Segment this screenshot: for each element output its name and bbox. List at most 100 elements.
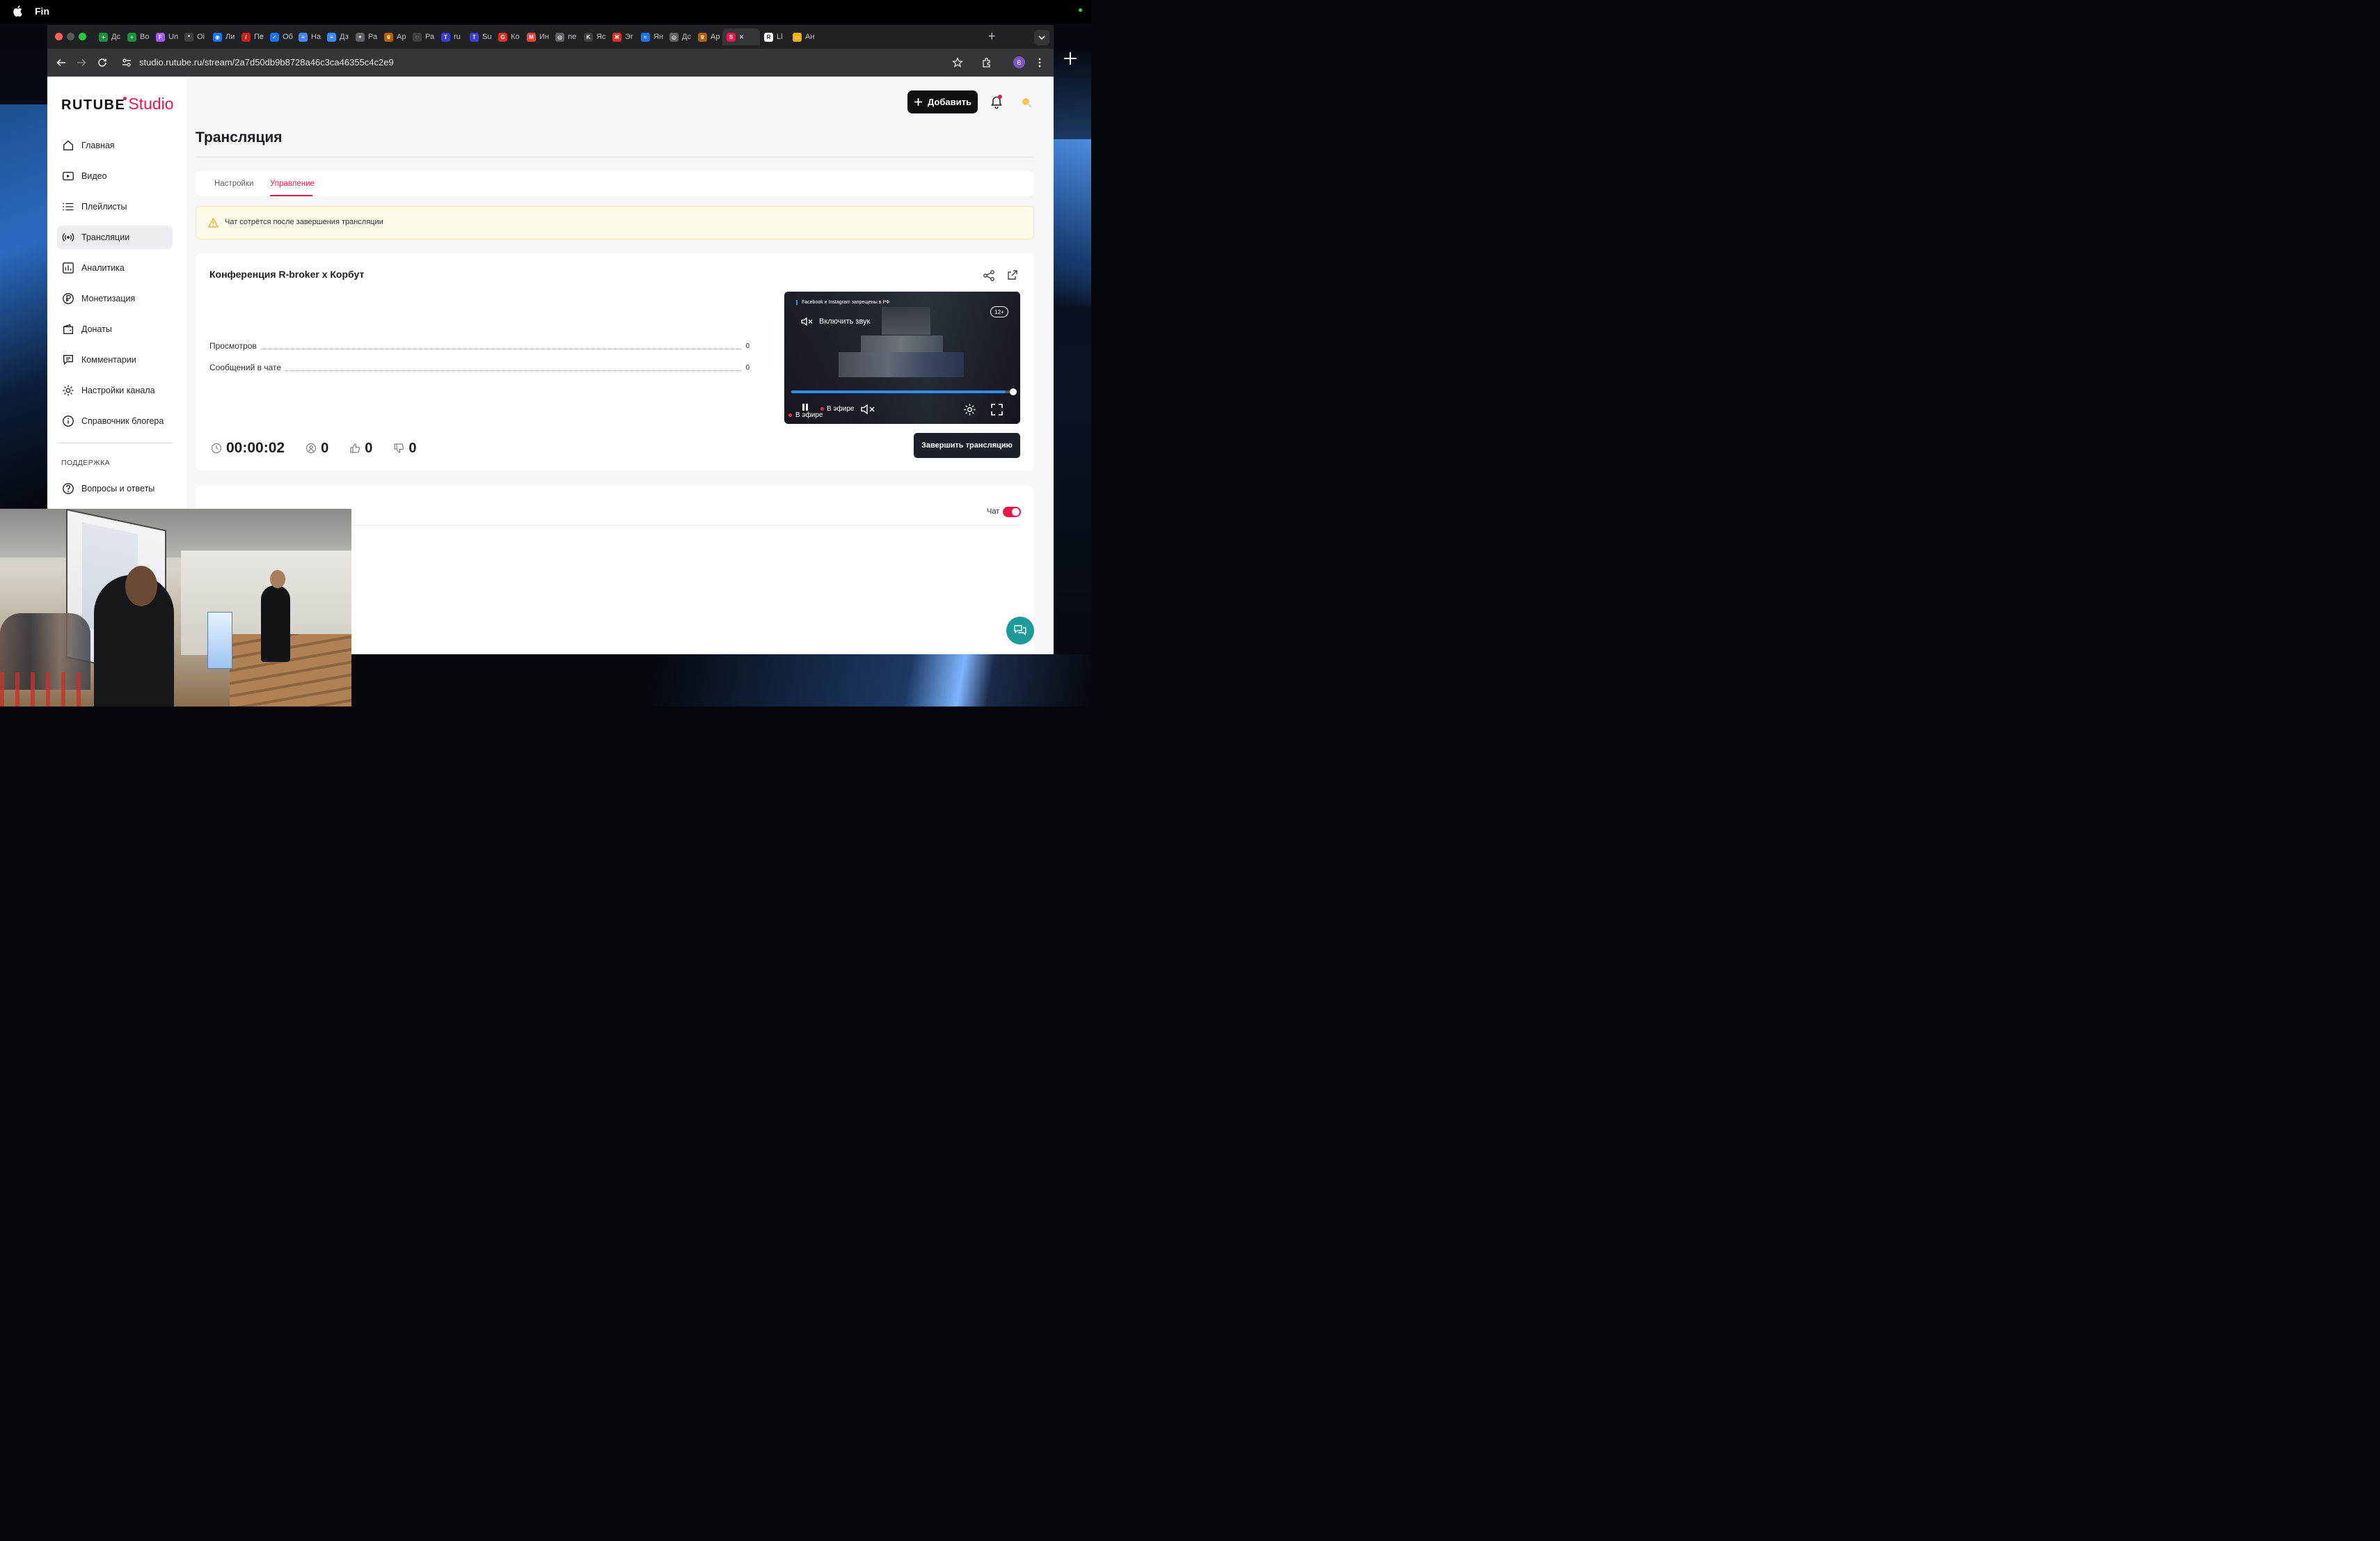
tab-title: Пе xyxy=(254,33,264,41)
chat-toggle[interactable] xyxy=(1003,507,1021,517)
tab-settings[interactable]: Настройки xyxy=(214,180,253,188)
share-icon[interactable] xyxy=(983,269,995,282)
support-chat-button[interactable] xyxy=(1006,617,1034,645)
stream-title: Конференция R-broker x Корбут xyxy=(209,269,365,280)
unmute-label: Включить звук xyxy=(819,317,871,326)
browser-tab[interactable]: ♛ Ар xyxy=(694,29,722,45)
browser-tab[interactable]: T Su xyxy=(466,29,494,45)
bookmark-star-icon[interactable] xyxy=(952,57,963,68)
browser-tab[interactable]: ≈ Ян xyxy=(637,29,665,45)
thumbs-up-icon xyxy=(350,443,360,453)
rutube-studio-logo[interactable]: RUTUBE Studio xyxy=(61,95,174,113)
extensions-icon[interactable] xyxy=(981,57,992,68)
sidebar-item-wallet[interactable]: Донаты xyxy=(57,317,173,341)
tab-favicon: M xyxy=(527,32,536,42)
chevron-down-icon xyxy=(1038,35,1045,40)
muted-speaker-icon xyxy=(801,317,813,326)
sidebar-item-question[interactable]: Вопросы и ответы xyxy=(57,477,173,500)
logo-studio: Studio xyxy=(123,95,174,113)
browser-tab[interactable]: ◍ ne xyxy=(551,29,580,45)
progress-handle[interactable] xyxy=(1010,388,1017,395)
tab-title: Дс xyxy=(111,33,120,41)
more-menu-icon[interactable] xyxy=(1034,57,1045,68)
player-progress-bar[interactable] xyxy=(791,390,1013,393)
browser-tab[interactable]: + Во xyxy=(123,29,152,45)
sidebar-item-home[interactable]: Главная xyxy=(57,134,173,157)
browser-tab[interactable]: ◌ Ра xyxy=(408,29,437,45)
unmute-button[interactable]: Включить звук xyxy=(801,317,870,326)
player-notice: Facebook и Instagram запрещены в РФ xyxy=(796,300,889,305)
home-icon xyxy=(63,140,73,150)
user-avatar-icon[interactable] xyxy=(1020,95,1033,109)
sidebar-item-label: Монетизация xyxy=(81,294,136,303)
add-button[interactable]: Добавить xyxy=(907,90,978,113)
browser-tab[interactable]: ▭ Ан xyxy=(788,29,817,45)
sidebar-item-label: Справочник блогера xyxy=(81,416,164,426)
sidebar-item-playlist[interactable]: Плейлисты xyxy=(57,195,173,219)
browser-tab[interactable]: ≡ Дз xyxy=(323,29,351,45)
browser-tab[interactable]: Ж Эг xyxy=(608,29,637,45)
sidebar-item-gear[interactable]: Настройки канала xyxy=(57,379,173,402)
stream-counters: 00:00:02 0 0 0 xyxy=(211,440,437,457)
fullscreen-icon[interactable] xyxy=(991,404,1003,416)
browser-tab[interactable]: K Яс xyxy=(580,29,608,45)
close-tab-icon[interactable]: × xyxy=(739,32,744,42)
browser-tab[interactable]: ◉ Ли xyxy=(209,29,237,45)
add-desktop-icon[interactable] xyxy=(1063,52,1077,65)
address-bar[interactable]: studio.rutube.ru/stream/2a7d50db9b8728a4… xyxy=(139,57,394,68)
sidebar-item-info[interactable]: Справочник блогера xyxy=(57,409,173,433)
sidebar-item-analytics[interactable]: Аналитика xyxy=(57,256,173,280)
wallpaper-glow xyxy=(351,654,1091,706)
profile-avatar[interactable]: B xyxy=(1013,56,1025,68)
browser-tab[interactable]: M Ин xyxy=(523,29,551,45)
stream-preview-player[interactable]: Facebook и Instagram запрещены в РФ 12+ … xyxy=(784,292,1020,424)
apple-icon[interactable] xyxy=(13,6,22,17)
dislikes-counter: 0 xyxy=(393,441,416,457)
forward-icon[interactable] xyxy=(76,57,87,68)
browser-tab[interactable]: + Дс xyxy=(95,29,123,45)
browser-tab[interactable]: G Ко xyxy=(494,29,523,45)
browser-tab[interactable]: ✓ Об xyxy=(266,29,294,45)
info-icon xyxy=(63,416,74,427)
browser-tab[interactable]: ◍ Дс xyxy=(665,29,694,45)
browser-tab[interactable]: * Оі xyxy=(180,29,209,45)
volume-muted-icon[interactable] xyxy=(861,404,876,415)
sidebar-item-broadcast[interactable]: Трансляции xyxy=(57,226,173,249)
browser-tab[interactable]: ≡ На xyxy=(294,29,323,45)
reload-icon[interactable] xyxy=(97,57,108,68)
end-stream-button[interactable]: Завершить трансляцию xyxy=(914,433,1020,458)
browser-tab[interactable]: R Ll xyxy=(760,29,788,45)
browser-tab[interactable]: Tru xyxy=(437,29,466,45)
tab-favicon: T xyxy=(441,32,450,42)
likes-counter: 0 xyxy=(349,441,372,457)
browser-tab[interactable]: / Пе xyxy=(237,29,266,45)
tab-title: Un xyxy=(168,33,179,41)
tab-favicon: ✦ xyxy=(356,32,365,42)
sidebar-item-comment[interactable]: Комментарии xyxy=(57,348,173,372)
active-browser-tab[interactable]: S × xyxy=(722,29,760,45)
browser-tab[interactable]: ♛ Ар xyxy=(380,29,408,45)
tab-title: Ли xyxy=(225,33,235,41)
toggle-knob xyxy=(1012,508,1020,516)
maximize-window-button[interactable] xyxy=(79,33,86,40)
new-tab-button[interactable]: + xyxy=(988,30,996,42)
tab-favicon: ◌ xyxy=(413,32,422,42)
stat-value: 0 xyxy=(745,342,749,350)
tab-favicon: R xyxy=(764,32,773,42)
close-window-button[interactable] xyxy=(55,33,63,40)
dislikes-value: 0 xyxy=(408,440,417,456)
tab-title: Ан xyxy=(805,33,815,41)
settings-gear-icon[interactable] xyxy=(963,403,976,416)
browser-tab[interactable]: F Un xyxy=(152,29,180,45)
sidebar-item-video[interactable]: Видео xyxy=(57,164,173,188)
sidebar-item-ruble[interactable]: Монетизация xyxy=(57,287,173,310)
pause-icon[interactable] xyxy=(801,403,809,411)
site-info-icon[interactable] xyxy=(121,57,132,68)
browser-tab[interactable]: ✦ Ра xyxy=(351,29,380,45)
back-icon[interactable] xyxy=(56,57,67,68)
tab-management[interactable]: Управление xyxy=(270,180,315,188)
menubar-app-name[interactable]: Fin xyxy=(35,6,49,17)
minimize-window-button[interactable] xyxy=(67,33,74,40)
tab-search-button[interactable] xyxy=(1034,30,1049,45)
open-external-icon[interactable] xyxy=(1007,269,1018,280)
